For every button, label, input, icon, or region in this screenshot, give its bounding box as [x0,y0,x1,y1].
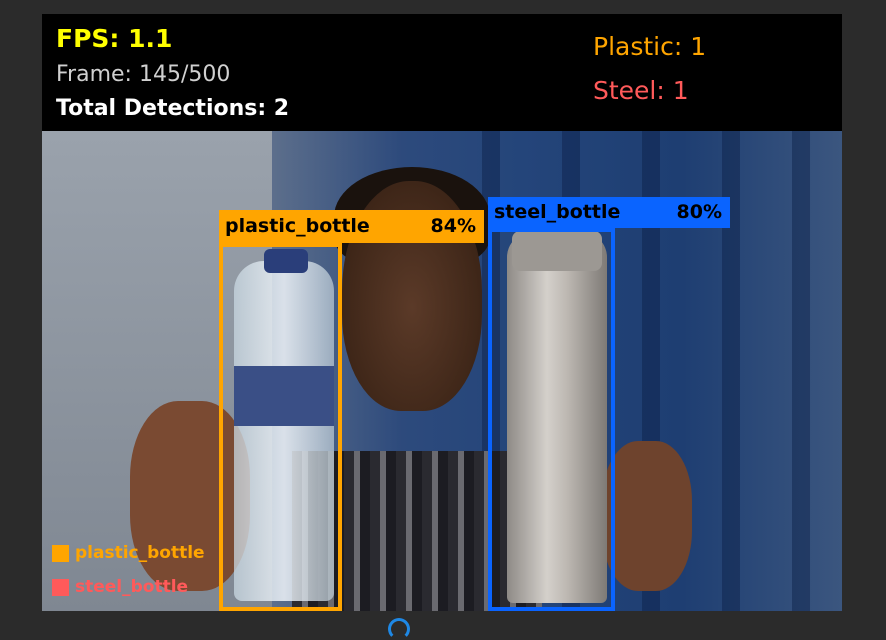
loading-spinner-icon [388,618,410,640]
legend-swatch [52,544,69,562]
detection-confidence: 84% [430,215,476,237]
detection-class: plastic_bottle [225,215,370,237]
legend-swatch [52,578,69,596]
frame-counter: Frame: 145/500 [56,62,231,87]
steel-count: Steel: 1 [593,76,689,105]
curtain-fold [792,131,810,611]
detection-confidence: 80% [676,201,722,223]
right-hand [602,441,692,591]
plastic-bottle-bbox [219,243,342,611]
legend-item-plastic: plastic_bottle [52,543,205,563]
legend-label: plastic_bottle [75,543,205,563]
total-detections: Total Detections: 2 [56,96,290,121]
legend-item-steel: steel_bottle [52,577,188,597]
video-frame: FPS: 1.1 Frame: 145/500 Total Detections… [42,14,842,611]
plastic-count: Plastic: 1 [593,32,707,61]
steel-bottle-label: steel_bottle 80% [488,197,730,228]
plastic-bottle-label: plastic_bottle 84% [219,210,484,243]
fps-counter: FPS: 1.1 [56,24,173,53]
legend-label: steel_bottle [75,577,189,597]
detection-class: steel_bottle [494,201,621,223]
stats-overlay: FPS: 1.1 Frame: 145/500 Total Detections… [42,14,842,131]
steel-bottle-bbox [488,228,615,611]
